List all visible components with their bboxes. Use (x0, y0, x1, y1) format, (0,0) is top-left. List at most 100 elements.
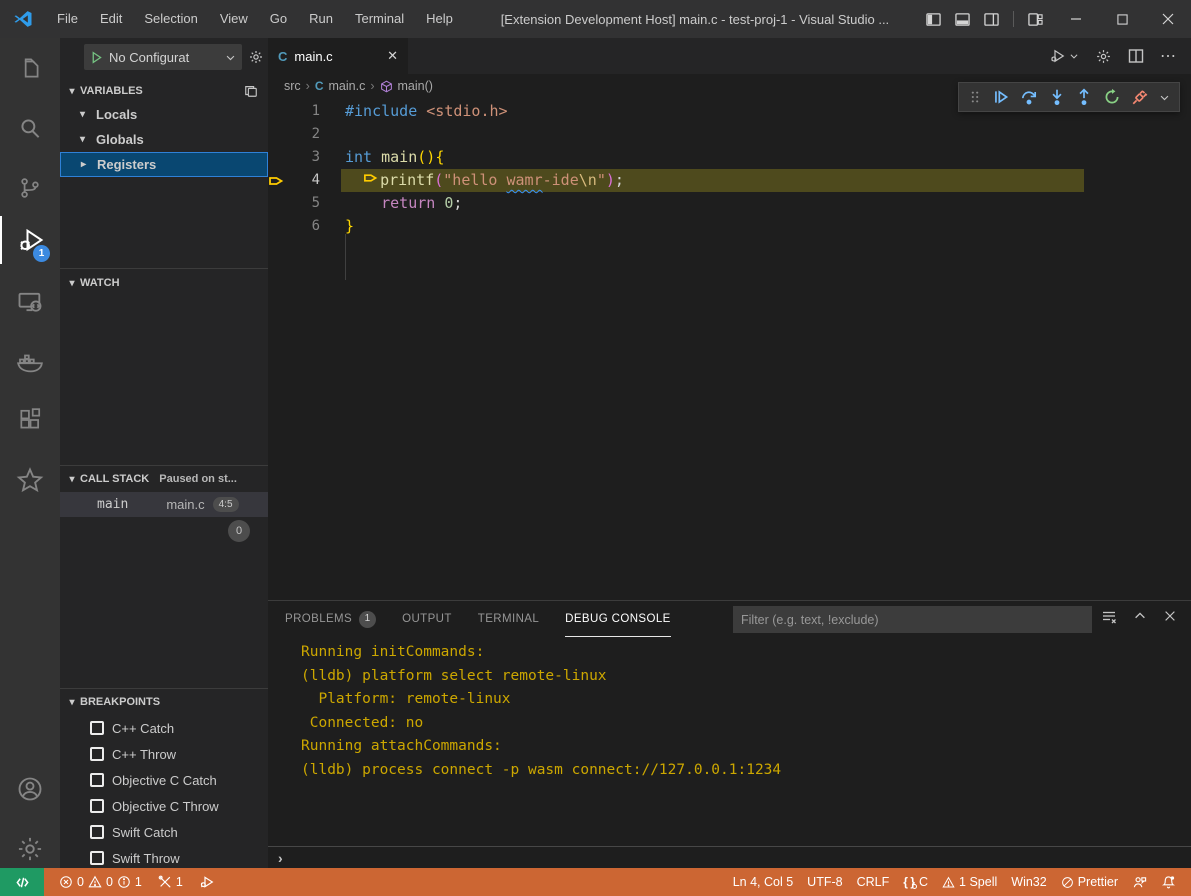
close-icon[interactable] (1145, 0, 1191, 38)
step-into-icon[interactable] (1048, 88, 1066, 106)
encoding[interactable]: UTF-8 (800, 868, 849, 896)
docker-icon[interactable] (0, 338, 60, 386)
run-or-debug-icon[interactable] (1049, 47, 1079, 65)
code-line-3[interactable]: 3int main(){ (268, 146, 1191, 169)
tab-problems[interactable]: PROBLEMS 1 (285, 601, 376, 637)
breakpoint-objective-c-throw[interactable]: Objective C Throw (60, 793, 268, 819)
customize-layout-icon[interactable] (1028, 12, 1043, 27)
breakpoint-checkbox[interactable] (90, 825, 104, 839)
account-icon[interactable] (0, 765, 60, 813)
breakpoint-objective-c-catch[interactable]: Objective C Catch (60, 767, 268, 793)
glyph-margin[interactable] (268, 100, 294, 123)
star-icon[interactable] (0, 456, 60, 504)
step-over-icon[interactable] (1020, 88, 1038, 106)
close-tab-icon[interactable]: ✕ (387, 48, 398, 64)
code-line-6[interactable]: 6} (268, 215, 1191, 238)
glyph-margin[interactable] (268, 146, 294, 169)
tab-terminal[interactable]: TERMINAL (478, 601, 539, 637)
step-out-icon[interactable] (1075, 88, 1093, 106)
console-filter-input[interactable] (733, 606, 1092, 633)
menu-file[interactable]: File (46, 0, 89, 38)
minimize-icon[interactable] (1053, 0, 1099, 38)
menu-terminal[interactable]: Terminal (344, 0, 415, 38)
breakpoint-checkbox[interactable] (90, 721, 104, 735)
gear-icon[interactable] (1095, 48, 1112, 65)
eol-sequence[interactable]: CRLF (850, 868, 897, 896)
call-stack-section-header[interactable]: ▾ CALL STACK Paused on st... (60, 468, 268, 490)
toggle-sidebar-icon[interactable] (926, 12, 941, 27)
menu-go[interactable]: Go (259, 0, 298, 38)
breakpoint-checkbox[interactable] (90, 799, 104, 813)
feedback-icon[interactable] (1125, 868, 1154, 896)
drag-grip-icon[interactable] (968, 90, 982, 104)
remote-indicator[interactable] (0, 868, 44, 896)
current-frame-arrow-icon[interactable] (268, 169, 294, 192)
debug-console-output[interactable]: Running initCommands:(lldb) platform sel… (268, 641, 1191, 841)
platform-target[interactable]: Win32 (1004, 868, 1053, 896)
glyph-margin[interactable] (268, 123, 294, 146)
breakpoint-checkbox[interactable] (90, 773, 104, 787)
run-and-debug-icon[interactable]: 1 (0, 216, 60, 264)
code-line-2[interactable]: 2 (268, 123, 1191, 146)
breadcrumb-file[interactable]: main.c (329, 79, 366, 93)
console-input-row[interactable]: › (268, 846, 1191, 869)
menu-edit[interactable]: Edit (89, 0, 133, 38)
tab-debug-console[interactable]: DEBUG CONSOLE (565, 601, 671, 637)
stack-frame-row[interactable]: main main.c 4:5 (60, 492, 268, 517)
breakpoint-swift-catch[interactable]: Swift Catch (60, 819, 268, 845)
copy-value-icon[interactable] (244, 84, 258, 98)
code-line-5[interactable]: 5 return 0; (268, 192, 1191, 215)
variables-scope-locals[interactable]: ▾Locals (60, 102, 268, 127)
spell-checker-status[interactable]: 1 Spell (935, 868, 1004, 896)
breakpoint-c-catch[interactable]: C++ Catch (60, 715, 268, 741)
close-panel-icon[interactable] (1163, 609, 1177, 625)
language-mode[interactable]: { } C (896, 868, 935, 896)
variables-scope-registers[interactable]: ▸Registers (60, 152, 268, 177)
debug-config-dropdown[interactable]: No Configurat (84, 44, 242, 70)
problems-status[interactable]: 0 0 1 (52, 868, 149, 896)
toggle-panel-icon[interactable] (955, 12, 970, 27)
restart-icon[interactable] (1103, 88, 1121, 106)
code-line-4[interactable]: 4 printf("hello wamr-ide\n"); (268, 169, 1191, 192)
glyph-margin[interactable] (268, 192, 294, 215)
tab-main-c[interactable]: C main.c ✕ (268, 38, 408, 74)
remote-explorer-icon[interactable] (0, 278, 60, 326)
glyph-margin[interactable] (268, 215, 294, 238)
chevron-down-icon[interactable] (1159, 92, 1170, 103)
continue-icon[interactable] (992, 88, 1010, 106)
menu-run[interactable]: Run (298, 0, 344, 38)
breadcrumb-folder[interactable]: src (284, 79, 301, 93)
toggle-secondary-sidebar-icon[interactable] (984, 12, 999, 27)
variables-scope-globals[interactable]: ▾Globals (60, 127, 268, 152)
breakpoints-section-header[interactable]: ▾ BREAKPOINTS (60, 691, 268, 713)
more-actions-icon[interactable]: ⋯ (1160, 46, 1177, 66)
code-editor[interactable]: 1#include <stdio.h>23int main(){4 printf… (268, 100, 1191, 600)
breakpoint-checkbox[interactable] (90, 851, 104, 865)
settings-gear-icon[interactable] (0, 825, 60, 873)
notifications-bell-icon[interactable] (1154, 868, 1183, 896)
variables-section-header[interactable]: ▾ VARIABLES (60, 80, 268, 102)
maximize-panel-icon[interactable] (1133, 609, 1147, 625)
tab-output[interactable]: OUTPUT (402, 601, 452, 637)
extensions-icon[interactable] (0, 396, 60, 444)
debug-status-icon-item[interactable] (192, 868, 222, 896)
breakpoint-c-throw[interactable]: C++ Throw (60, 741, 268, 767)
source-control-icon[interactable] (0, 164, 60, 212)
launch-config-gear-icon[interactable] (248, 49, 264, 65)
menu-view[interactable]: View (209, 0, 259, 38)
menu-selection[interactable]: Selection (133, 0, 208, 38)
split-editor-icon[interactable] (1128, 48, 1144, 64)
breakpoint-checkbox[interactable] (90, 747, 104, 761)
breadcrumb-symbol[interactable]: main() (398, 79, 433, 93)
disconnect-icon[interactable] (1131, 88, 1149, 106)
formatter-status[interactable]: Prettier (1054, 868, 1125, 896)
explorer-icon[interactable] (0, 44, 60, 92)
start-debug-icon[interactable] (90, 51, 103, 64)
clear-console-icon[interactable] (1101, 609, 1117, 625)
watch-section-header[interactable]: ▾ WATCH (60, 272, 268, 294)
cursor-position[interactable]: Ln 4, Col 5 (726, 868, 800, 896)
search-icon[interactable] (0, 104, 60, 152)
tools-status[interactable]: 1 (151, 868, 190, 896)
maximize-icon[interactable] (1099, 0, 1145, 38)
menu-help[interactable]: Help (415, 0, 464, 38)
